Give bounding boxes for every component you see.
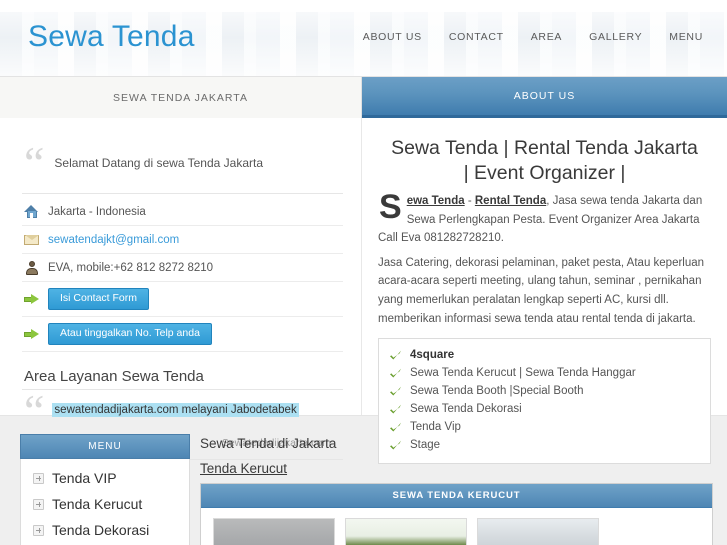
tab-strip: SEWA TENDA JAKARTA ABOUT US [0, 76, 727, 118]
menu-item-label: Tenda Kerucut [52, 496, 143, 512]
service-label: Tenda Vip [410, 421, 461, 434]
welcome-quote: “ Selamat Datang di sewa Tenda Jakarta [22, 138, 343, 193]
main-columns: “ Selamat Datang di sewa Tenda Jakarta J… [0, 118, 727, 465]
expand-plus-icon[interactable] [33, 498, 44, 510]
contact-person-text: EVA, mobile:+62 812 8272 8210 [48, 261, 214, 274]
check-icon [389, 421, 402, 434]
contact-email-link[interactable]: sewatendajkt@gmail.com [48, 234, 179, 246]
page-title: Sewa Tenda | Rental Tenda Jakarta | Even… [378, 132, 711, 192]
service-label: 4square [410, 349, 455, 362]
lower-subtitle-link[interactable]: Tenda Kerucut [200, 461, 713, 483]
area-quote: “ sewatendadijakarta.com melayani Jabode… [22, 385, 343, 437]
service-item[interactable]: Sewa Tenda Kerucut | Sewa Tenda Hanggar [389, 364, 700, 382]
contact-location-text: Jakarta - Indonesia [48, 205, 146, 218]
service-item[interactable]: 4square [389, 346, 700, 364]
gallery-column: Sewa Tenda di Jakarta Tenda Kerucut SEWA… [190, 434, 727, 545]
lower-section: MENU Tenda VIP Tenda Kerucut Tenda Dekor… [0, 415, 727, 545]
contact-row-email[interactable]: sewatendajkt@gmail.com [22, 226, 343, 255]
divider [22, 193, 343, 195]
tab-right-label: ABOUT US [513, 90, 576, 102]
expand-plus-icon[interactable] [33, 472, 44, 484]
menu-item-tenda-kerucut[interactable]: Tenda Kerucut [21, 491, 189, 517]
menu-item-label: Tenda VIP [52, 470, 117, 486]
arrow-right-icon [24, 327, 39, 342]
contact-row-form-button[interactable]: Isi Contact Form [22, 282, 343, 318]
link-rental-tenda[interactable]: Rental Tenda [475, 195, 546, 207]
service-item[interactable]: Sewa Tenda Booth |Special Booth [389, 382, 700, 400]
tab-left-label: SEWA TENDA JAKARTA [113, 91, 248, 104]
nav-item-gallery[interactable]: GALLERY [589, 31, 642, 43]
contact-list: Jakarta - Indonesia sewatendajkt@gmail.c… [22, 198, 343, 353]
nav-item-menu[interactable]: MENU [669, 31, 703, 43]
isi-contact-form-button[interactable]: Isi Contact Form [48, 288, 150, 311]
menu-panel-body: Tenda VIP Tenda Kerucut Tenda Dekorasi [20, 459, 190, 545]
gallery-thumbnail[interactable] [213, 518, 335, 545]
lower-title: Sewa Tenda di Jakarta [200, 436, 337, 451]
quote-mark-icon: “ [24, 385, 45, 437]
home-icon [24, 204, 39, 219]
gallery-thumbnail[interactable] [345, 518, 467, 545]
gallery-box: SEWA TENDA KERUCUT [200, 483, 713, 545]
check-icon [389, 385, 402, 398]
lead-dash: - [464, 194, 475, 207]
site-logo[interactable]: Sewa Tenda [28, 22, 195, 54]
service-item[interactable]: Sewa Tenda Dekorasi [389, 400, 700, 418]
sidebar-column: “ Selamat Datang di sewa Tenda Jakarta J… [0, 118, 362, 461]
mail-icon [24, 232, 39, 247]
link-sewa-tenda[interactable]: ewa Tenda [407, 195, 465, 207]
gallery-header: SEWA TENDA KERUCUT [201, 484, 712, 508]
arrow-right-icon [24, 292, 39, 307]
tab-sewa-tenda-jakarta[interactable]: SEWA TENDA JAKARTA [0, 77, 362, 118]
menu-item-tenda-vip[interactable]: Tenda VIP [21, 465, 189, 491]
article-column: Sewa Tenda | Rental Tenda Jakarta | Even… [362, 118, 727, 465]
service-label: Sewa Tenda Booth |Special Booth [410, 385, 584, 398]
page-title-line2: | Event Organizer | [463, 161, 626, 184]
gallery-thumbnail[interactable] [477, 518, 599, 545]
top-navigation: ABOUT US CONTACT AREA GALLERY MENU [363, 31, 703, 45]
article-paragraph-2: Jasa Catering, dekorasi pelaminan, paket… [378, 256, 705, 325]
page-title-line1: Sewa Tenda | Rental Tenda Jakarta [391, 137, 698, 159]
site-header: Sewa Tenda ABOUT US CONTACT AREA GALLERY… [0, 0, 727, 76]
tinggalkan-telp-button[interactable]: Atau tinggalkan No. Telp anda [48, 323, 212, 346]
check-icon [389, 367, 402, 380]
check-icon [389, 403, 402, 416]
article-lead: Sewa Tenda - Rental Tenda, Jasa sewa ten… [378, 187, 711, 248]
menu-panel: MENU Tenda VIP Tenda Kerucut Tenda Dekor… [0, 434, 190, 545]
area-quote-text: sewatendadijakarta.com melayani Jabodeta… [52, 403, 299, 418]
contact-row-location: Jakarta - Indonesia [22, 198, 343, 227]
nav-item-about-us[interactable]: ABOUT US [363, 31, 422, 43]
nav-item-contact[interactable]: CONTACT [449, 31, 504, 43]
contact-row-phone-button[interactable]: Atau tinggalkan No. Telp anda [22, 317, 343, 353]
quote-mark-icon: “ [24, 137, 45, 188]
contact-row-person: EVA, mobile:+62 812 8272 8210 [22, 254, 343, 283]
menu-item-tenda-dekorasi[interactable]: Tenda Dekorasi [21, 517, 189, 543]
gallery-thumbnails [201, 508, 712, 545]
drop-cap: S [379, 187, 402, 226]
user-icon [24, 260, 39, 275]
tab-about-us[interactable]: ABOUT US [362, 77, 727, 118]
page-root: Sewa Tenda ABOUT US CONTACT AREA GALLERY… [0, 0, 727, 545]
menu-item-label: Tenda Dekorasi [52, 522, 150, 538]
nav-item-area[interactable]: AREA [531, 31, 562, 43]
welcome-text: Selamat Datang di sewa Tenda Jakarta [54, 156, 263, 170]
menu-panel-header: MENU [20, 434, 190, 459]
check-icon [389, 349, 402, 362]
service-label: Sewa Tenda Dekorasi [410, 403, 522, 416]
area-section-title: Area Layanan Sewa Tenda [24, 368, 204, 386]
service-label: Sewa Tenda Kerucut | Sewa Tenda Hanggar [410, 367, 636, 380]
expand-plus-icon[interactable] [33, 524, 44, 536]
